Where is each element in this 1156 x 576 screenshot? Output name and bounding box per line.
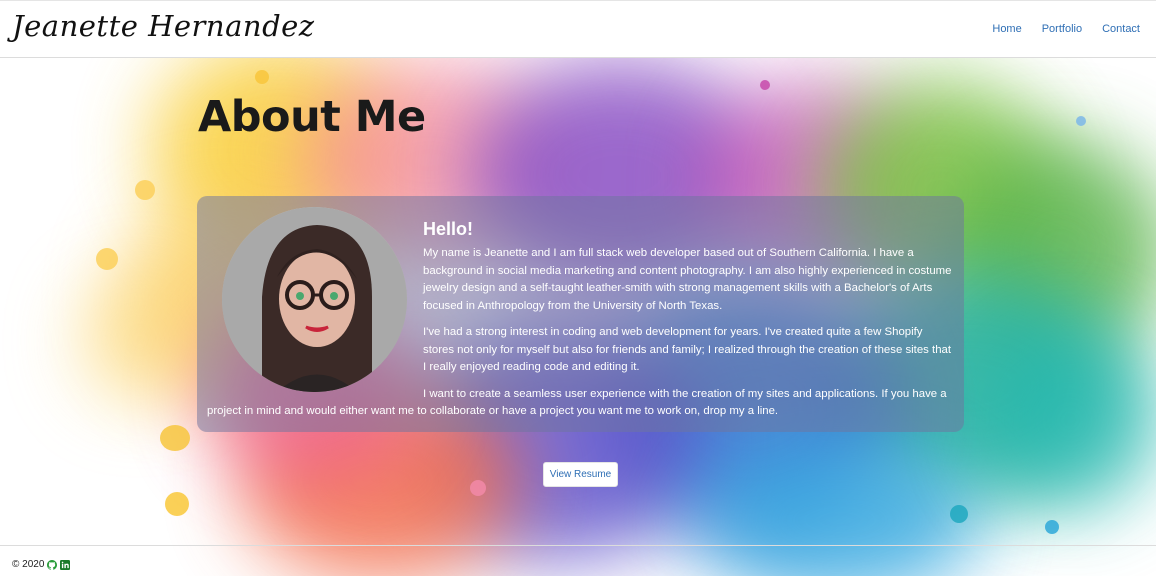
footer: © 2020 xyxy=(0,545,1156,576)
main-nav: Home Portfolio Contact xyxy=(992,23,1140,35)
footer-content: © 2020 xyxy=(12,559,71,570)
github-icon[interactable] xyxy=(47,559,58,570)
view-resume-button[interactable]: View Resume xyxy=(543,462,618,487)
top-navbar: Jeanette Hernandez Home Portfolio Contac… xyxy=(0,0,1156,58)
nav-contact-link[interactable]: Contact xyxy=(1102,23,1140,35)
about-card: Hello! My name is Jeanette and I am full… xyxy=(197,196,964,432)
linkedin-icon[interactable] xyxy=(60,559,71,570)
about-paragraph-1: My name is Jeanette and I am full stack … xyxy=(423,247,952,312)
nav-portfolio-link[interactable]: Portfolio xyxy=(1042,23,1082,35)
nav-home-link[interactable]: Home xyxy=(992,23,1021,35)
about-text: My name is Jeanette and I am full stack … xyxy=(207,245,952,430)
brand-logo[interactable]: Jeanette Hernandez xyxy=(12,9,315,43)
page-title: About Me xyxy=(198,92,426,142)
copyright-text: © 2020 xyxy=(12,559,45,570)
about-paragraph-2: I've had a strong interest in coding and… xyxy=(423,326,952,373)
about-paragraph-3: I want to create a seamless user experie… xyxy=(207,387,947,418)
card-heading: Hello! xyxy=(423,219,474,239)
